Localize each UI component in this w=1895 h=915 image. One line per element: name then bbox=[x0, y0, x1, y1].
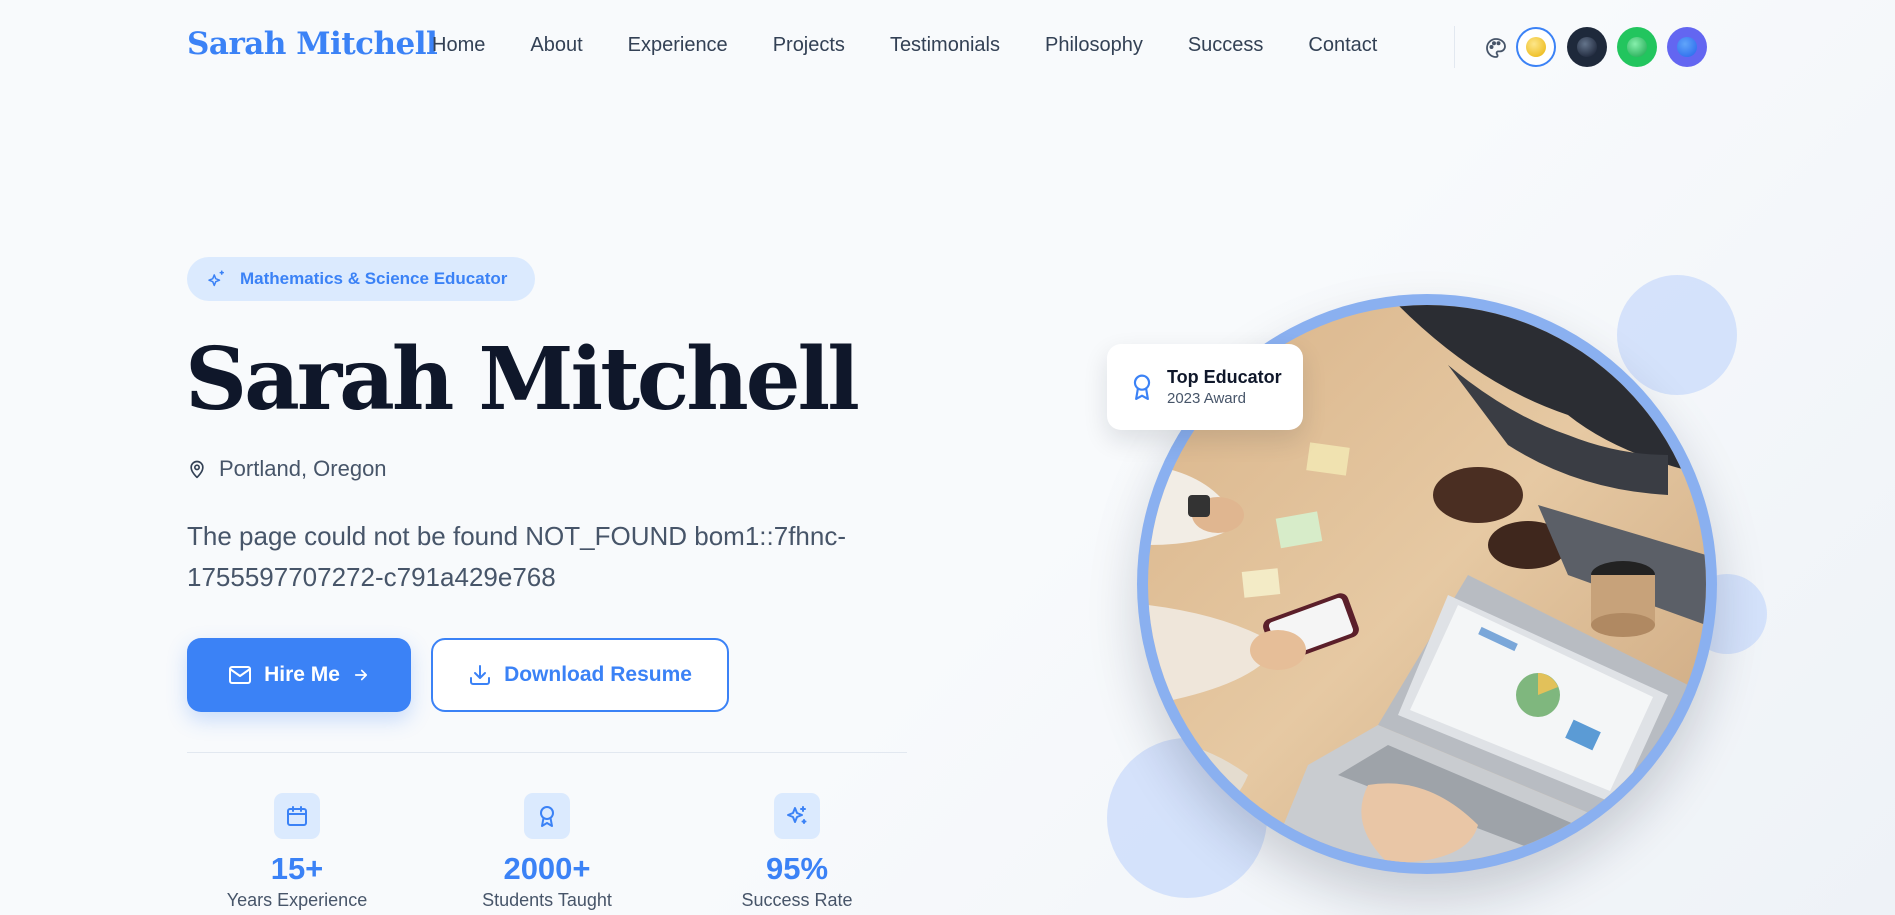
theme-light-button[interactable] bbox=[1516, 27, 1556, 67]
sparkles-icon bbox=[208, 270, 225, 287]
nav-link-projects[interactable]: Projects bbox=[773, 34, 845, 57]
brand-logo[interactable]: Sarah Mitchell bbox=[187, 26, 438, 62]
award-card: Top Educator 2023 Award bbox=[1107, 344, 1303, 430]
stat-icon-box bbox=[524, 793, 570, 839]
download-icon bbox=[470, 665, 491, 685]
nav-links: Home About Experience Projects Testimoni… bbox=[432, 34, 1422, 57]
role-badge: Mathematics & Science Educator bbox=[187, 257, 535, 301]
palette-icon bbox=[1486, 38, 1506, 58]
stat-value: 15+ bbox=[270, 851, 324, 886]
nav-link-about[interactable]: About bbox=[530, 34, 582, 57]
nav-link-contact[interactable]: Contact bbox=[1308, 34, 1377, 57]
stat-students-taught: 2000+ Students Taught bbox=[437, 793, 657, 911]
award-icon bbox=[540, 806, 554, 827]
award-subtitle: 2023 Award bbox=[1167, 390, 1246, 407]
download-resume-label: Download Resume bbox=[504, 663, 692, 686]
nav-link-philosophy[interactable]: Philosophy bbox=[1045, 34, 1143, 57]
hero-title: Sarah Mitchell bbox=[185, 329, 860, 430]
hire-me-label: Hire Me bbox=[264, 663, 340, 686]
stat-label: Years Experience bbox=[226, 890, 368, 910]
stat-years-experience: 15+ Years Experience bbox=[187, 793, 407, 911]
stat-success-rate: 95% Success Rate bbox=[687, 793, 907, 911]
stat-icon-box bbox=[274, 793, 320, 839]
award-title: Top Educator bbox=[1167, 367, 1282, 387]
leaf-swatch-icon bbox=[1627, 37, 1647, 57]
sun-swatch-icon bbox=[1526, 37, 1546, 57]
sparkles-icon bbox=[787, 806, 807, 824]
theme-indigo-button[interactable] bbox=[1667, 27, 1707, 67]
location-label: Portland, Oregon bbox=[219, 456, 387, 481]
stat-value: 2000+ bbox=[503, 851, 591, 886]
top-navbar: Sarah Mitchell Home About Experience Pro… bbox=[0, 0, 1895, 94]
calendar-icon bbox=[287, 806, 307, 826]
arrow-right-icon bbox=[354, 669, 367, 681]
hire-me-button[interactable]: Hire Me bbox=[187, 638, 411, 712]
download-resume-button[interactable]: Download Resume bbox=[431, 638, 729, 712]
nav-divider bbox=[1454, 26, 1455, 68]
theme-dark-button[interactable] bbox=[1567, 27, 1607, 67]
award-icon bbox=[1133, 374, 1151, 400]
stat-label: Success Rate bbox=[741, 890, 853, 910]
location: Portland, Oregon bbox=[187, 456, 387, 482]
theme-green-button[interactable] bbox=[1617, 27, 1657, 67]
nav-link-success[interactable]: Success bbox=[1188, 34, 1264, 57]
stat-value: 95% bbox=[765, 851, 829, 886]
ocean-swatch-icon bbox=[1677, 37, 1697, 57]
nav-link-experience[interactable]: Experience bbox=[628, 34, 728, 57]
nav-link-testimonials[interactable]: Testimonials bbox=[890, 34, 1000, 57]
nav-link-home[interactable]: Home bbox=[432, 34, 485, 57]
moon-swatch-icon bbox=[1577, 37, 1597, 57]
stat-label: Students Taught bbox=[482, 890, 612, 910]
stats-divider bbox=[187, 752, 907, 753]
role-badge-label: Mathematics & Science Educator bbox=[240, 269, 508, 288]
mail-icon bbox=[229, 666, 252, 684]
decor-circle-top bbox=[1617, 275, 1737, 395]
hero-tagline: The page could not be found NOT_FOUND bo… bbox=[187, 521, 847, 592]
map-pin-icon bbox=[190, 460, 204, 479]
stat-icon-box bbox=[774, 793, 820, 839]
